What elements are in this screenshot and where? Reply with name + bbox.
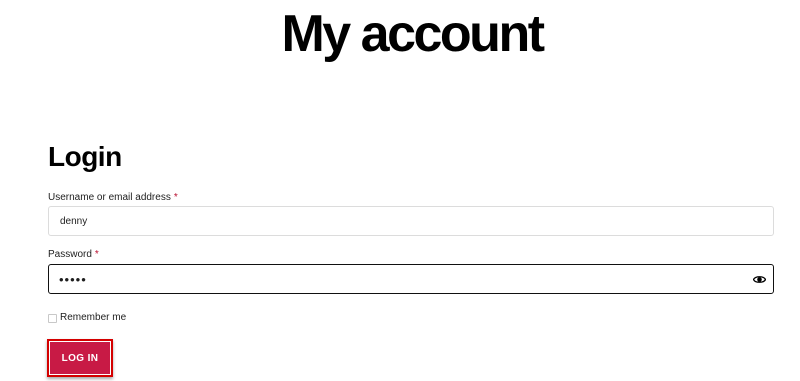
username-label: Username or email address * bbox=[48, 192, 178, 204]
password-label: Password * bbox=[48, 249, 99, 261]
password-input[interactable] bbox=[48, 264, 774, 294]
required-marker: * bbox=[94, 249, 99, 260]
login-button[interactable]: LOG IN bbox=[50, 342, 110, 374]
password-label-text: Password bbox=[48, 249, 92, 260]
remember-me-label: Remember me bbox=[60, 312, 127, 323]
eye-icon[interactable] bbox=[752, 273, 766, 285]
remember-me-checkbox[interactable] bbox=[48, 313, 57, 323]
required-marker: * bbox=[173, 192, 178, 203]
username-input[interactable] bbox=[48, 206, 774, 236]
my-account-page: My account Login Username or email addre… bbox=[0, 0, 800, 381]
username-label-text: Username or email address bbox=[48, 192, 171, 203]
login-heading: Login bbox=[48, 141, 122, 172]
page-title: My account bbox=[281, 5, 545, 63]
remember-me-row: Remember me bbox=[48, 312, 126, 324]
